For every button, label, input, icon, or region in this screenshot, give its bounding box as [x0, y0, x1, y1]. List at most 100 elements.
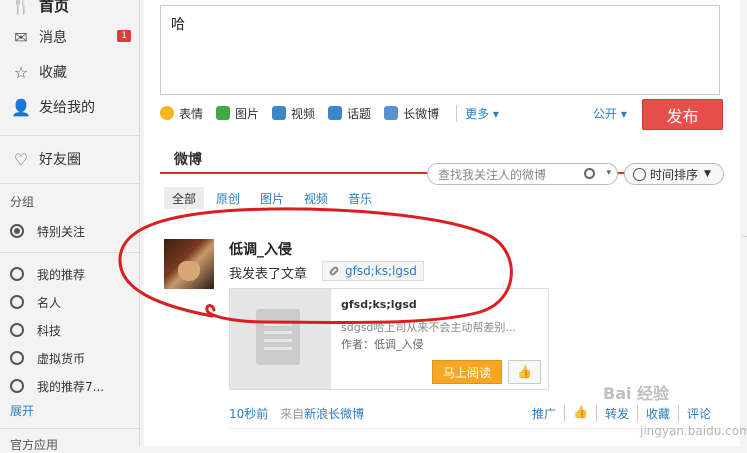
more-dropdown[interactable]: 更多 ▾	[456, 104, 499, 122]
group-item-special[interactable]: 特别关注	[10, 221, 85, 241]
article-author: 作者：低调_入侵	[341, 338, 424, 351]
group-item[interactable]: 虚拟货币	[10, 348, 85, 368]
sidebar-divider	[0, 135, 139, 136]
home-icon: 🍴	[11, 0, 31, 15]
nav-favorites-label: 收藏	[39, 65, 67, 81]
expand-link[interactable]: 展开	[10, 402, 34, 419]
article-thumbnail	[230, 289, 331, 389]
source-prefix: 来自	[280, 407, 305, 421]
article-like-button[interactable]: 👍	[508, 360, 541, 384]
sort-label: 时间排序	[650, 167, 699, 182]
group-item-label: 科技	[37, 323, 62, 338]
long-weibo-button[interactable]: 长微博	[384, 105, 439, 122]
article-link-tag[interactable]: gfsd;ks;lgsd	[322, 261, 424, 281]
compose-textarea[interactable]: 哈	[160, 5, 720, 95]
group-item-label: 名人	[37, 295, 62, 310]
more-label: 更多	[465, 106, 490, 121]
nav-home[interactable]: 🍴 首页	[0, 0, 139, 19]
video-button[interactable]: 视频	[272, 105, 315, 122]
circle-icon	[10, 295, 24, 309]
nav-favorites[interactable]: ☆ 收藏	[0, 58, 139, 86]
visibility-dropdown[interactable]: 公开 ▾	[593, 105, 627, 122]
edge-divider	[743, 236, 747, 237]
author-avatar[interactable]	[164, 239, 214, 289]
video-icon	[272, 106, 287, 120]
article-excerpt: sdgsd哈上司从来不会主动帮差别...	[341, 321, 516, 334]
baidu-watermark-url: jingyan.baidu.com	[640, 424, 747, 438]
group-title: 分组	[10, 195, 35, 209]
smiley-icon	[160, 106, 174, 120]
feed-title[interactable]: 微博	[174, 149, 202, 169]
tab-all[interactable]: 全部	[164, 187, 205, 209]
apps-title: 官方应用	[10, 438, 59, 452]
chevron-down-icon: ▼	[704, 169, 711, 179]
promote-button[interactable]: 推广	[532, 405, 564, 422]
clock-icon	[633, 167, 646, 181]
heart-circle-icon: ♡	[13, 149, 29, 169]
tab-music[interactable]: 音乐	[340, 187, 380, 209]
group-item-label: 我的推荐7...	[37, 379, 105, 394]
image-icon	[216, 106, 231, 120]
search-icon[interactable]	[584, 168, 595, 179]
sidebar-divider	[0, 183, 139, 184]
nav-home-label: 首页	[39, 0, 70, 15]
chevron-down-icon: ▾	[620, 107, 627, 121]
favorite-button[interactable]: 收藏	[636, 405, 678, 422]
user-icon: 👤	[11, 97, 31, 117]
emoji-button[interactable]: 表情	[160, 105, 203, 122]
tab-original[interactable]: 原创	[208, 187, 248, 209]
nav-sent-to-me[interactable]: 👤 发给我的	[0, 93, 139, 121]
long-weibo-label: 长微博	[403, 106, 440, 121]
group-item-label: 我的推荐	[37, 267, 86, 282]
repost-button[interactable]: 转发	[595, 405, 637, 422]
tab-video[interactable]: 视频	[296, 187, 336, 209]
thumbs-up-icon: 👍	[573, 405, 588, 419]
nav-messages[interactable]: ✉ 消息 1	[0, 23, 139, 51]
chevron-down-icon[interactable]: ▾	[606, 168, 611, 178]
group-item[interactable]: 名人	[10, 292, 61, 312]
group-item[interactable]: 科技	[10, 320, 61, 340]
document-icon	[256, 309, 300, 365]
circle-icon	[10, 323, 24, 337]
search-placeholder: 查找我关注人的微博	[438, 167, 547, 182]
image-label: 图片	[235, 106, 260, 121]
post-time[interactable]: 10秒前	[229, 407, 268, 421]
post-author[interactable]: 低调_入侵	[229, 239, 292, 259]
post-actions: 推广 👍 转发 收藏 评论	[532, 405, 719, 422]
star-icon: ☆	[13, 62, 29, 82]
article-card[interactable]: gfsd;ks;lgsd sdgsd哈上司从来不会主动帮差别... 作者：低调_…	[229, 288, 549, 390]
nav-friends-circle[interactable]: ♡ 好友圈	[0, 145, 139, 173]
group-item[interactable]: 我的推荐7...	[10, 376, 104, 396]
circle-icon	[10, 379, 24, 393]
sidebar-divider	[0, 428, 139, 429]
visibility-label: 公开	[593, 107, 618, 121]
post-source[interactable]: 新浪长微博	[304, 407, 364, 421]
document-edit-icon	[384, 106, 399, 120]
sort-dropdown[interactable]: 时间排序 ▼	[624, 163, 724, 185]
publish-button[interactable]: 发布	[642, 99, 723, 130]
thumbs-up-icon: 👍	[517, 365, 532, 379]
group-item-label: 虚拟货币	[37, 351, 86, 366]
article-title[interactable]: gfsd;ks;lgsd	[341, 298, 417, 311]
topic-icon	[328, 106, 343, 120]
target-icon	[10, 224, 24, 238]
nav-messages-label: 消息	[39, 30, 67, 46]
topic-button[interactable]: 话题	[328, 105, 371, 122]
read-now-button[interactable]: 马上阅读	[432, 360, 502, 384]
envelope-icon: ✉	[14, 27, 28, 47]
like-button[interactable]: 👍	[564, 405, 596, 422]
feed-filter-tabs: 全部 原创 图片 视频 音乐	[164, 187, 384, 209]
group-item[interactable]: 我的推荐	[10, 264, 85, 284]
circle-icon	[10, 267, 24, 281]
feed-search-input[interactable]: 查找我关注人的微博 ▾	[427, 163, 618, 185]
nav-friends-circle-label: 好友圈	[39, 152, 81, 168]
video-label: 视频	[291, 106, 316, 121]
chevron-down-icon: ▾	[492, 106, 499, 121]
group-item-label: 特别关注	[37, 224, 86, 239]
left-sidebar: 🍴 首页 ✉ 消息 1 ☆ 收藏 👤 发给我的 ♡ 好友圈 分组 特别关注 我的…	[0, 0, 140, 452]
baidu-watermark: Bai 经验	[603, 384, 670, 403]
tab-images[interactable]: 图片	[252, 187, 292, 209]
post-meta: 10秒前 来自新浪长微博	[229, 405, 364, 422]
comment-button[interactable]: 评论	[678, 405, 719, 422]
image-button[interactable]: 图片	[216, 105, 259, 122]
